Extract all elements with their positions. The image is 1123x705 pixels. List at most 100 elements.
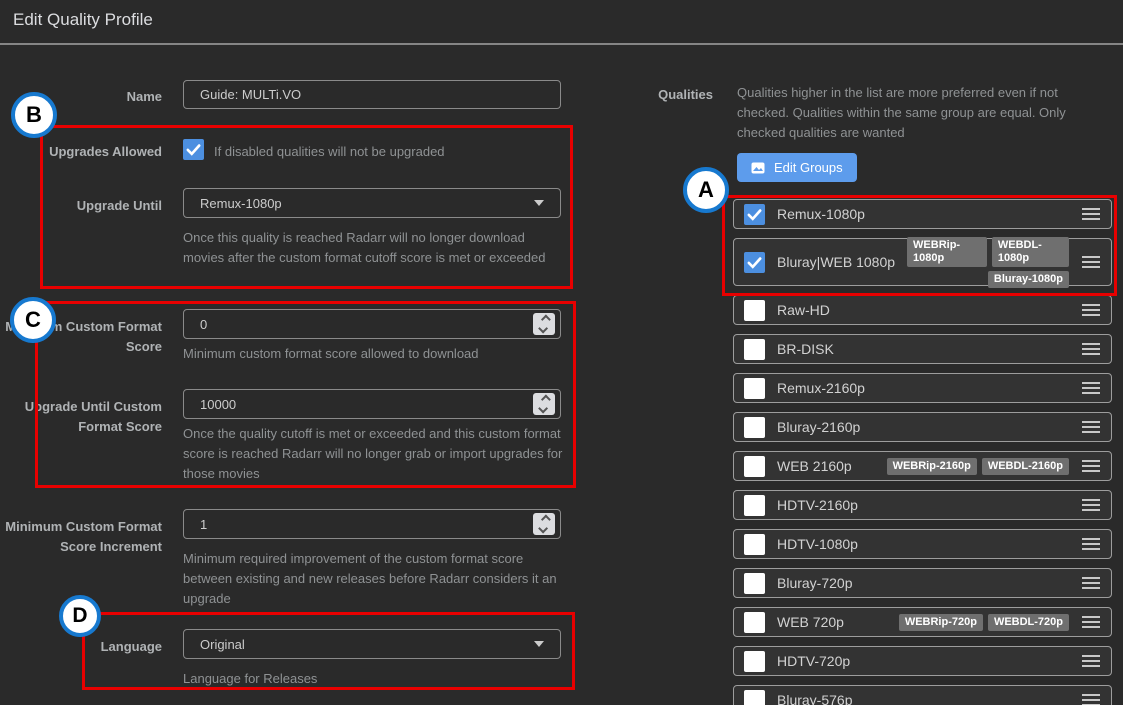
min-format-score-help: Minimum custom format score allowed to d… xyxy=(183,344,573,364)
upgrade-until-score-input[interactable] xyxy=(183,389,561,419)
quality-item-label: HDTV-2160p xyxy=(777,497,858,513)
upgrade-until-select[interactable]: Remux-1080p xyxy=(183,188,561,218)
quality-item: Remux-1080p xyxy=(733,199,1112,229)
min-increment-input[interactable] xyxy=(183,509,561,539)
annotation-circle-d: D xyxy=(59,595,101,637)
edit-quality-profile-modal: Edit Quality Profile Name Upgrades Allow… xyxy=(0,0,1123,705)
qualities-label: Qualities xyxy=(600,87,713,102)
quality-badge: WEBRip-2160p xyxy=(887,458,977,475)
quality-item-label: WEB 720p xyxy=(777,614,844,630)
quality-checkbox[interactable] xyxy=(744,534,765,555)
quality-item: BR-DISK xyxy=(733,334,1112,364)
drag-handle-icon[interactable] xyxy=(1081,537,1101,551)
check-icon xyxy=(183,139,204,160)
edit-groups-icon xyxy=(751,162,765,174)
spinner-down-icon xyxy=(538,324,548,334)
upgrades-allowed-label: Upgrades Allowed xyxy=(0,142,162,162)
quality-checkbox[interactable] xyxy=(744,204,765,225)
edit-groups-label: Edit Groups xyxy=(774,160,843,175)
quality-item: WEB 2160p WEBRip-2160p WEBDL-2160p xyxy=(733,451,1112,481)
quality-item-label: Remux-2160p xyxy=(777,380,865,396)
quality-checkbox[interactable] xyxy=(744,300,765,321)
chevron-down-icon xyxy=(534,200,544,206)
drag-handle-icon[interactable] xyxy=(1081,498,1101,512)
quality-item-label: Remux-1080p xyxy=(777,206,865,222)
quality-item: Bluray-2160p xyxy=(733,412,1112,442)
name-label: Name xyxy=(0,87,162,107)
drag-handle-icon[interactable] xyxy=(1081,693,1101,705)
quality-badge: WEBRip-720p xyxy=(899,614,983,631)
drag-handle-icon[interactable] xyxy=(1081,576,1101,590)
drag-handle-icon[interactable] xyxy=(1081,615,1101,629)
language-select[interactable]: Original xyxy=(183,629,561,659)
min-increment-label: Minimum Custom Format Score Increment xyxy=(0,517,162,557)
quality-checkbox[interactable] xyxy=(744,612,765,633)
language-help: Language for Releases xyxy=(183,669,317,689)
quality-item: HDTV-2160p xyxy=(733,490,1112,520)
drag-handle-icon[interactable] xyxy=(1081,459,1101,473)
quality-item: Bluray-576p xyxy=(733,685,1112,705)
quality-item-label: BR-DISK xyxy=(777,341,834,357)
quality-badges: WEBRip-2160p WEBDL-2160p xyxy=(887,458,1069,475)
spinner-down-icon xyxy=(538,524,548,534)
quality-item-label: HDTV-720p xyxy=(777,653,850,669)
annotation-circle-a: A xyxy=(683,167,729,213)
upgrade-until-score-help: Once the quality cutoff is met or exceed… xyxy=(183,424,565,484)
quality-item-label: Bluray|WEB 1080p xyxy=(777,254,895,270)
quality-item-label: Bluray-2160p xyxy=(777,419,860,435)
upgrade-until-score-label: Upgrade Until Custom Format Score xyxy=(0,397,162,437)
drag-handle-icon[interactable] xyxy=(1081,420,1101,434)
language-label: Language xyxy=(0,637,162,657)
min-format-score-spinner[interactable] xyxy=(533,313,555,335)
quality-item: WEB 720p WEBRip-720p WEBDL-720p xyxy=(733,607,1112,637)
min-format-score-label: Minimum Custom Format Score xyxy=(0,317,162,357)
quality-item: Bluray-720p xyxy=(733,568,1112,598)
name-input[interactable] xyxy=(183,80,561,109)
quality-item: HDTV-720p xyxy=(733,646,1112,676)
quality-item-label: Bluray-576p xyxy=(777,692,853,705)
quality-badge: WEBDL-1080p xyxy=(992,237,1069,267)
drag-handle-icon[interactable] xyxy=(1081,381,1101,395)
quality-item: HDTV-1080p xyxy=(733,529,1112,559)
quality-checkbox[interactable] xyxy=(744,378,765,399)
quality-checkbox[interactable] xyxy=(744,651,765,672)
drag-handle-icon[interactable] xyxy=(1081,207,1101,221)
quality-checkbox[interactable] xyxy=(744,573,765,594)
quality-item-label: Raw-HD xyxy=(777,302,830,318)
min-increment-help: Minimum required improvement of the cust… xyxy=(183,549,575,609)
quality-item-label: HDTV-1080p xyxy=(777,536,858,552)
upgrades-allowed-help: If disabled qualities will not be upgrad… xyxy=(214,142,445,162)
upgrade-until-value: Remux-1080p xyxy=(200,196,282,211)
upgrade-until-help: Once this quality is reached Radarr will… xyxy=(183,228,563,268)
modal-header: Edit Quality Profile xyxy=(0,0,1123,45)
quality-checkbox[interactable] xyxy=(744,690,765,705)
check-icon xyxy=(744,204,765,225)
quality-checkbox[interactable] xyxy=(744,252,765,273)
drag-handle-icon[interactable] xyxy=(1081,654,1101,668)
drag-handle-icon[interactable] xyxy=(1081,255,1101,269)
quality-badge: WEBDL-2160p xyxy=(982,458,1069,475)
chevron-down-icon xyxy=(534,641,544,647)
quality-item: Remux-2160p xyxy=(733,373,1112,403)
spinner-down-icon xyxy=(538,404,548,414)
check-icon xyxy=(744,252,765,273)
quality-list: Remux-1080pBluray|WEB 1080pWEBRip-1080pW… xyxy=(733,199,1112,705)
quality-badges: WEBRip-720p WEBDL-720p xyxy=(899,614,1069,631)
quality-badge: WEBDL-720p xyxy=(988,614,1069,631)
quality-checkbox[interactable] xyxy=(744,495,765,516)
quality-checkbox[interactable] xyxy=(744,339,765,360)
language-value: Original xyxy=(200,637,245,652)
drag-handle-icon[interactable] xyxy=(1081,342,1101,356)
upgrades-allowed-checkbox[interactable] xyxy=(183,139,204,160)
edit-groups-button[interactable]: Edit Groups xyxy=(737,153,857,182)
drag-handle-icon[interactable] xyxy=(1081,303,1101,317)
quality-item-label: WEB 2160p xyxy=(777,458,852,474)
min-increment-spinner[interactable] xyxy=(533,513,555,535)
quality-checkbox[interactable] xyxy=(744,456,765,477)
quality-badge: Bluray-1080p xyxy=(988,271,1069,288)
upgrade-until-score-spinner[interactable] xyxy=(533,393,555,415)
quality-item: Bluray|WEB 1080p WEBRip-1080pWEBDL-1080p B… xyxy=(733,238,1112,286)
quality-checkbox[interactable] xyxy=(744,417,765,438)
min-format-score-input[interactable] xyxy=(183,309,561,339)
quality-badge: WEBRip-1080p xyxy=(907,237,987,267)
